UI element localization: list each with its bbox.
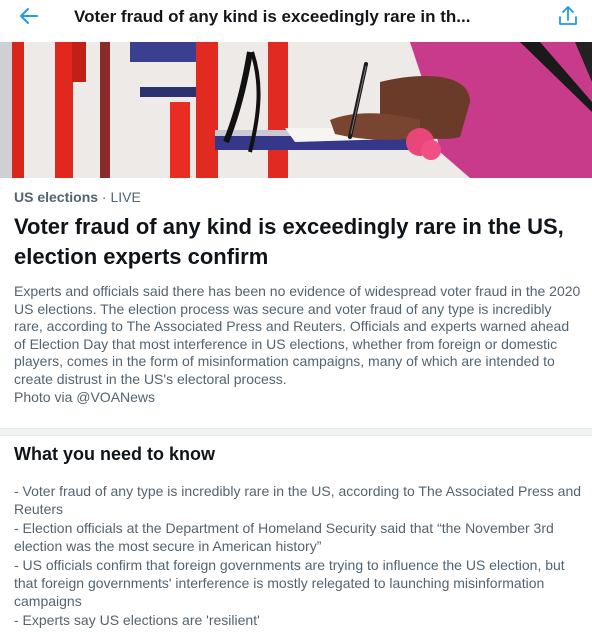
share-button[interactable]: [555, 4, 581, 32]
top-bar: Voter fraud of any kind is exceedingly r…: [0, 0, 592, 38]
header-title: Voter fraud of any kind is exceedingly r…: [74, 7, 471, 26]
topic-label[interactable]: US elections: [14, 189, 98, 205]
key-points-list: - Voter fraud of any type is incredibly …: [14, 482, 588, 629]
section-title: What you need to know: [14, 444, 215, 464]
photo-credit[interactable]: Photo via @VOANews: [14, 389, 584, 407]
story-headline: Voter fraud of any kind is exceedingly r…: [14, 214, 564, 269]
arrow-left-icon: [19, 6, 39, 31]
share-icon: [558, 5, 578, 32]
summary-text: Experts and officials said there has bee…: [14, 283, 581, 387]
live-badge: LIVE: [110, 189, 141, 205]
list-item: - Election officials at the Department o…: [14, 519, 554, 555]
back-button[interactable]: [14, 4, 44, 32]
section-divider: [0, 428, 592, 436]
list-item: - Experts say US elections are 'resilien…: [14, 611, 260, 628]
story-meta: US elections · LIVE: [14, 189, 141, 205]
story-summary: Experts and officials said there has bee…: [14, 283, 584, 406]
list-item: - Voter fraud of any type is incredibly …: [14, 483, 582, 518]
meta-separator: ·: [98, 189, 111, 205]
list-item: - US officials confirm that foreign gove…: [14, 556, 565, 610]
hero-image: [0, 42, 592, 178]
